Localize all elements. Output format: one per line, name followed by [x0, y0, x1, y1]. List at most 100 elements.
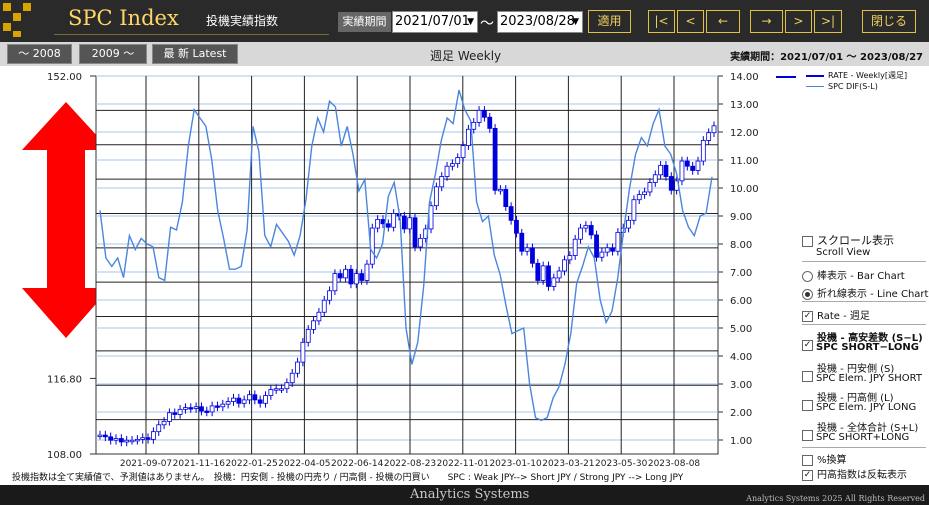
- left-tick-label: 108.00: [47, 450, 82, 461]
- divider: [802, 301, 926, 302]
- rate-bar: [236, 397, 242, 404]
- close-button[interactable]: 閉じる: [862, 10, 916, 33]
- rate-bar: [492, 128, 498, 191]
- rate-bar: [476, 109, 482, 123]
- footer-bar: Analytics Systems Analytics Systems 2025…: [0, 485, 929, 505]
- nav-forward-button[interactable]: →: [750, 10, 783, 33]
- scroll-view-option[interactable]: スクロール表示: [802, 232, 894, 248]
- rate-bar: [113, 438, 119, 441]
- reverse-option[interactable]: ✓ 円高指数は反転表示: [802, 466, 907, 481]
- rate-bar: [562, 259, 567, 272]
- rate-bar: [471, 121, 477, 130]
- rate-bar: [567, 255, 573, 261]
- nav-prev-button[interactable]: <: [677, 10, 704, 33]
- rate-bar: [188, 407, 194, 410]
- rate-bar: [321, 299, 327, 313]
- spc-l-checkbox[interactable]: [802, 399, 813, 411]
- rate-bar: [449, 163, 455, 167]
- rate-bar: [348, 268, 354, 285]
- nav-last-button[interactable]: >|: [814, 10, 842, 33]
- right-tick-label: 1.00: [730, 436, 752, 447]
- rate-bar: [690, 165, 696, 171]
- end-date-select[interactable]: 2023/08/28 ▼: [497, 11, 583, 33]
- nav-back-button[interactable]: ←: [706, 10, 740, 33]
- x-tick-label: 2023-05-30: [595, 459, 648, 469]
- line-chart-option[interactable]: 折れ線表示 - Line Chart: [802, 285, 928, 300]
- divider: [802, 261, 926, 262]
- rate-bar: [684, 160, 690, 167]
- rate-bar: [241, 399, 247, 404]
- rate-bar: [407, 217, 413, 230]
- rate-bar: [311, 320, 316, 330]
- rate-bar: [658, 164, 664, 176]
- rate-bar: [284, 382, 290, 390]
- x-tick-label: 2022-06-14: [331, 459, 384, 469]
- right-tick-label: 7.00: [730, 268, 752, 279]
- rate-bar: [263, 395, 268, 404]
- rate-weekly-option[interactable]: ✓ Rate - 週足: [802, 307, 870, 322]
- rate-bar: [417, 237, 423, 248]
- nav-next-button[interactable]: >: [785, 10, 812, 33]
- rate-bar: [439, 176, 445, 188]
- rate-bar: [514, 219, 519, 234]
- bar-chart-radio[interactable]: [802, 270, 813, 282]
- rate-bar: [305, 329, 311, 343]
- scroll-view-en: Scroll View: [816, 247, 871, 258]
- rate-weekly-checkbox[interactable]: ✓: [802, 310, 813, 322]
- right-tick-label: 5.00: [730, 324, 752, 335]
- percent-option[interactable]: %換算: [802, 451, 847, 466]
- range-latest-button[interactable]: 最 新 Latest: [152, 44, 238, 64]
- right-tick-label: 2.00: [730, 408, 752, 419]
- rate-bar: [460, 145, 466, 159]
- options-panel: スクロール表示 Scroll View 棒表示 - Bar Chart 折れ線表…: [796, 66, 929, 485]
- scroll-view-checkbox[interactable]: [802, 235, 813, 247]
- right-tick-label: 8.00: [730, 240, 752, 251]
- rate-bar: [140, 437, 146, 440]
- rate-bar: [524, 247, 530, 252]
- rate-bar: [145, 437, 151, 440]
- right-tick-label: 11.00: [730, 156, 759, 167]
- rate-bar: [167, 412, 172, 422]
- x-tick-label: 2022-11-01: [437, 459, 489, 469]
- reverse-checkbox[interactable]: ✓: [802, 469, 813, 481]
- rate-bar: [199, 406, 204, 412]
- spc-s-en: SPC Elem. JPY SHORT: [816, 373, 923, 384]
- rate-bar: [631, 199, 637, 221]
- rate-bar: [706, 132, 712, 141]
- rate-bar: [642, 191, 647, 195]
- rate-bar: [108, 436, 114, 441]
- spc-s-checkbox[interactable]: [802, 370, 813, 382]
- x-tick-label: 2022-08-23: [384, 459, 436, 469]
- rate-bar: [231, 397, 236, 402]
- bar-chart-option[interactable]: 棒表示 - Bar Chart: [802, 267, 905, 282]
- range-2008-button[interactable]: ～ 2008: [7, 44, 72, 64]
- spc-total-en: SPC SHORT+LONG: [816, 432, 910, 443]
- percent-checkbox[interactable]: [802, 454, 813, 466]
- right-tick-label: 12.00: [730, 128, 759, 139]
- divider: [802, 447, 926, 448]
- line-chart-radio[interactable]: [802, 288, 813, 300]
- logo-icon: [3, 3, 43, 39]
- rate-bar: [695, 160, 701, 171]
- spc-total-checkbox[interactable]: [802, 429, 813, 441]
- spc-chart: 1.00 2.00 3.00 4.00 5.00 6.00 7.00 8.00 9.00 10.0…: [22, 72, 796, 469]
- spc-sl-checkbox[interactable]: ✓: [802, 339, 813, 351]
- rate-bar: [604, 247, 610, 253]
- rate-bar: [364, 263, 370, 281]
- x-tick-label: 2023-03-21: [542, 459, 594, 469]
- rate-bar: [193, 406, 199, 409]
- range-2009-button[interactable]: 2009 ～: [79, 44, 147, 64]
- x-tick-label: 2021-11-16: [173, 459, 226, 469]
- left-tick-label: 152.00: [47, 72, 82, 83]
- toolbar-strip: ～ 2008 2009 ～ 最 新 Latest 週足 Weekly 実績期間：…: [0, 42, 929, 66]
- rate-bar: [455, 157, 461, 165]
- rate-bar: [97, 434, 103, 438]
- rate-bar: [268, 389, 274, 396]
- rate-bar: [487, 116, 493, 129]
- apply-button[interactable]: 適用: [588, 10, 631, 33]
- nav-first-button[interactable]: |<: [648, 10, 675, 33]
- rate-bar: [225, 401, 231, 405]
- start-date-select[interactable]: 2021/07/01 ▼: [392, 11, 478, 33]
- title-underline: [54, 34, 329, 35]
- rate-bar: [247, 394, 252, 401]
